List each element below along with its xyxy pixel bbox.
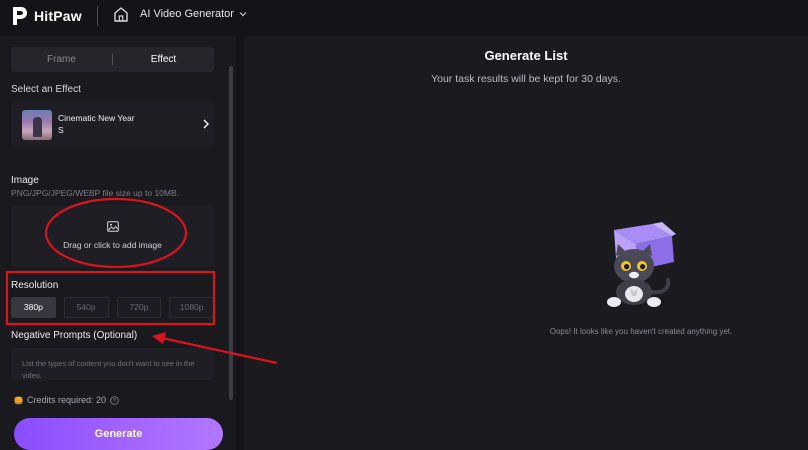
effect-name: Cinematic New Year S <box>58 113 135 135</box>
generate-button[interactable]: Generate <box>14 418 223 450</box>
tab-effect[interactable]: Effect <box>113 47 214 72</box>
divider <box>97 6 98 26</box>
generate-list-panel <box>244 36 808 450</box>
tab-frame[interactable]: Frame <box>11 47 112 72</box>
help-icon[interactable]: ? <box>110 395 119 405</box>
coin-icon <box>14 396 23 404</box>
effect-section-label: Select an Effect <box>11 84 81 95</box>
drop-zone-text: Drag or click to add image <box>63 240 162 250</box>
negative-prompts-input[interactable]: List the types of content you don't want… <box>11 348 214 380</box>
negative-prompts-label: Negative Prompts (Optional) <box>11 330 138 341</box>
effect-thumbnail <box>22 110 52 140</box>
chevron-down-icon <box>239 12 247 17</box>
app-name: HitPaw <box>34 8 82 24</box>
resolution-label: Resolution <box>11 280 59 291</box>
effect-selector[interactable]: Cinematic New Year S <box>11 102 214 146</box>
hitpaw-logo-icon <box>13 7 27 25</box>
image-drop-zone[interactable] <box>11 205 214 267</box>
resolution-option-540p[interactable]: 540p <box>63 297 109 318</box>
generate-list-subtitle: Your task results will be kept for 30 da… <box>431 73 621 85</box>
scrollbar[interactable] <box>229 66 233 400</box>
app-logo[interactable]: HitPaw <box>11 5 82 27</box>
mode-tabs: Frame Effect <box>11 47 214 72</box>
tool-selector[interactable]: AI Video Generator <box>140 8 247 20</box>
resolution-option-720p[interactable]: 720p <box>116 297 162 318</box>
image-label: Image <box>11 175 39 186</box>
tool-selector-label: AI Video Generator <box>140 8 234 20</box>
image-icon <box>107 221 119 232</box>
home-icon[interactable] <box>113 6 129 23</box>
credits-text: Credits required: 20 <box>27 395 107 405</box>
empty-state-text: Oops! It looks like you haven't created … <box>549 327 733 336</box>
resolution-options: 380p 540p 720p 1080p <box>11 297 214 318</box>
resolution-option-380p[interactable]: 380p <box>11 297 56 318</box>
chevron-right-icon <box>203 119 209 129</box>
credits-required: Credits required: 20 ? <box>14 395 119 405</box>
generate-list-title: Generate List <box>484 48 568 63</box>
top-bar: HitPaw AI Video Generator <box>0 0 808 36</box>
resolution-option-1080p[interactable]: 1080p <box>169 297 214 318</box>
image-hint: PNG/JPG/JPEG/WEBP file size up to 10MB. <box>11 188 180 198</box>
empty-state-illustration <box>607 222 676 307</box>
